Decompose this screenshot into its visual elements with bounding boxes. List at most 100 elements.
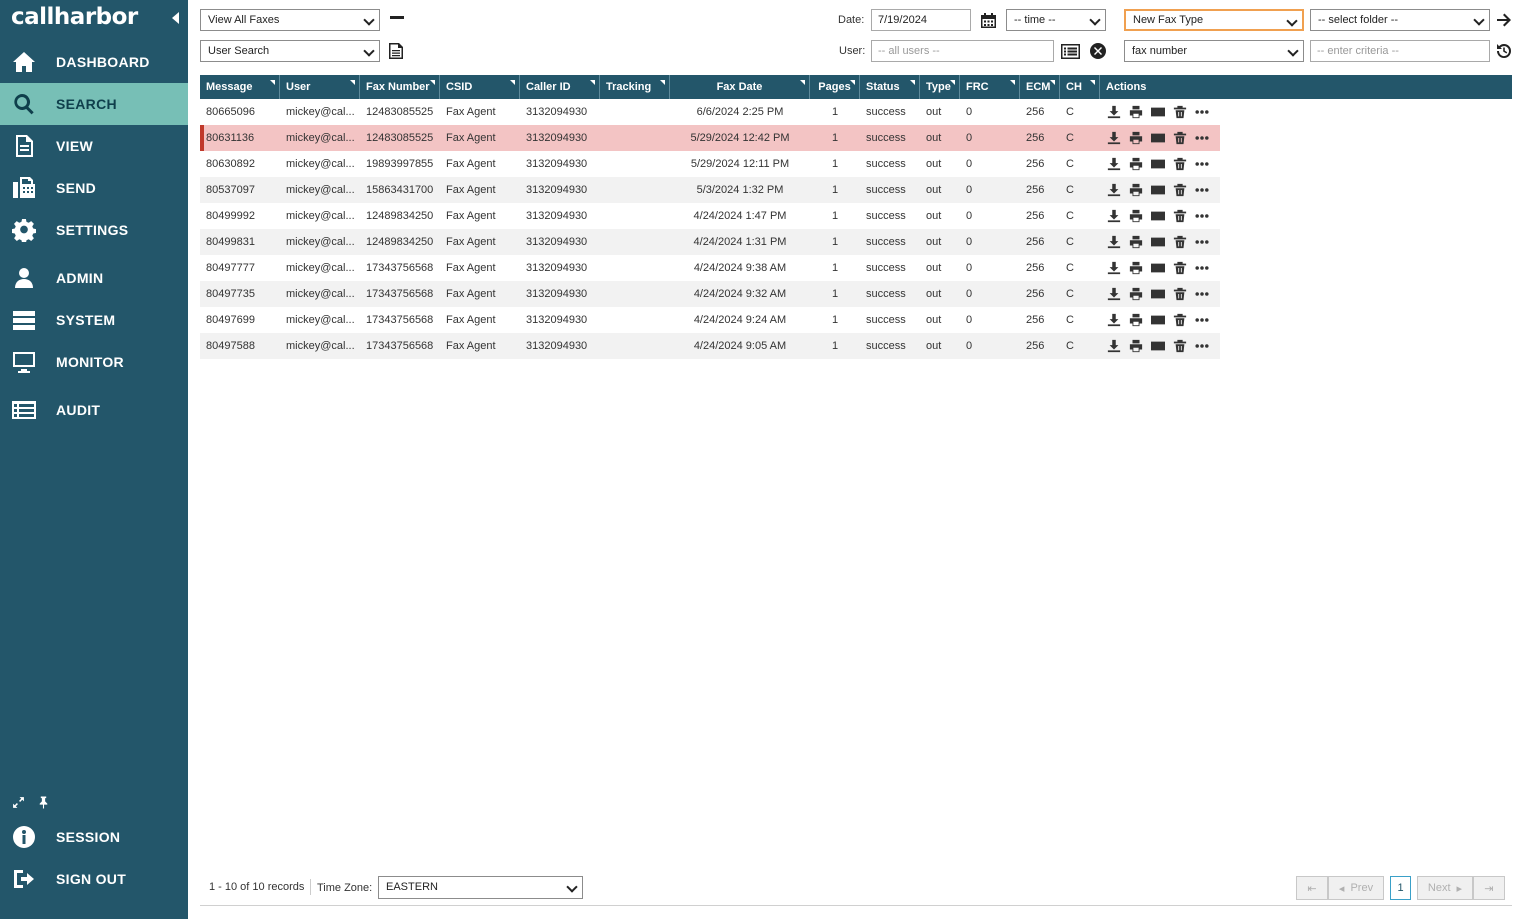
email-icon[interactable] xyxy=(1150,338,1166,354)
column-menu-icon[interactable] xyxy=(510,80,515,85)
email-icon[interactable] xyxy=(1150,234,1166,250)
more-icon[interactable] xyxy=(1194,130,1210,146)
download-icon[interactable] xyxy=(1106,286,1122,302)
more-icon[interactable] xyxy=(1194,234,1210,250)
trash-icon[interactable] xyxy=(1172,208,1188,224)
minus-icon[interactable] xyxy=(389,12,405,24)
download-icon[interactable] xyxy=(1106,338,1122,354)
column-menu-icon[interactable] xyxy=(1010,80,1015,85)
table-row[interactable]: 80497588 mickey@cal... 17343756568 Fax Agen… xyxy=(200,333,1220,359)
column-header[interactable]: Tracking xyxy=(600,75,670,99)
column-header[interactable]: Pages xyxy=(810,75,860,99)
more-icon[interactable] xyxy=(1194,312,1210,328)
email-icon[interactable] xyxy=(1150,130,1166,146)
table-row[interactable]: 80499992 mickey@cal... 12489834250 Fax Agen… xyxy=(200,203,1220,229)
date-input[interactable]: 7/19/2024 xyxy=(871,9,971,31)
last-page-button[interactable]: ⇥ xyxy=(1473,876,1505,900)
download-icon[interactable] xyxy=(1106,260,1122,276)
column-header[interactable]: User xyxy=(280,75,360,99)
calendar-icon[interactable] xyxy=(979,10,997,30)
column-menu-icon[interactable] xyxy=(270,80,275,85)
fax-type-select[interactable]: New Fax Type xyxy=(1124,9,1304,31)
reset-icon[interactable] xyxy=(1495,42,1513,60)
sidebar-item-system[interactable]: SYSTEM xyxy=(0,299,188,341)
email-icon[interactable] xyxy=(1150,104,1166,120)
column-header[interactable]: FRC xyxy=(960,75,1020,99)
more-icon[interactable] xyxy=(1194,104,1210,120)
table-row[interactable]: 80497699 mickey@cal... 17343756568 Fax Agen… xyxy=(200,307,1220,333)
download-icon[interactable] xyxy=(1106,130,1122,146)
trash-icon[interactable] xyxy=(1172,130,1188,146)
user-input[interactable]: -- all users -- xyxy=(871,40,1054,62)
table-row[interactable]: 80665096 mickey@cal... 12483085525 Fax Agen… xyxy=(200,99,1220,125)
more-icon[interactable] xyxy=(1194,260,1210,276)
print-icon[interactable] xyxy=(1128,104,1144,120)
sidebar-item-admin[interactable]: ADMIN xyxy=(0,257,188,299)
column-header[interactable]: ECM xyxy=(1020,75,1060,99)
sidebar-item-dashboard[interactable]: DASHBOARD xyxy=(0,41,188,83)
column-header[interactable]: Message xyxy=(200,75,280,99)
email-icon[interactable] xyxy=(1150,182,1166,198)
trash-icon[interactable] xyxy=(1172,338,1188,354)
trash-icon[interactable] xyxy=(1172,182,1188,198)
email-icon[interactable] xyxy=(1150,260,1166,276)
print-icon[interactable] xyxy=(1128,130,1144,146)
column-header[interactable]: Type xyxy=(920,75,960,99)
column-header[interactable]: Caller ID xyxy=(520,75,600,99)
print-icon[interactable] xyxy=(1128,156,1144,172)
column-menu-icon[interactable] xyxy=(430,80,435,85)
column-menu-icon[interactable] xyxy=(950,80,955,85)
email-icon[interactable] xyxy=(1150,208,1166,224)
download-icon[interactable] xyxy=(1106,156,1122,172)
search-field-select[interactable]: fax number xyxy=(1124,40,1304,62)
pin-icon[interactable] xyxy=(37,796,50,812)
column-header[interactable]: Status xyxy=(860,75,920,99)
user-list-icon[interactable] xyxy=(1060,42,1080,60)
table-row[interactable]: 80630892 mickey@cal... 19893997855 Fax Agen… xyxy=(200,151,1220,177)
column-menu-icon[interactable] xyxy=(1090,80,1095,85)
time-select[interactable]: -- time -- xyxy=(1006,9,1106,31)
timezone-select[interactable]: EASTERN xyxy=(378,876,583,899)
print-icon[interactable] xyxy=(1128,338,1144,354)
download-icon[interactable] xyxy=(1106,312,1122,328)
more-icon[interactable] xyxy=(1194,338,1210,354)
column-menu-icon[interactable] xyxy=(800,80,805,85)
column-header[interactable]: CSID xyxy=(440,75,520,99)
sidebar-item-search[interactable]: SEARCH xyxy=(0,83,188,125)
next-page-button[interactable]: Next ▸ xyxy=(1417,876,1473,900)
download-icon[interactable] xyxy=(1106,104,1122,120)
trash-icon[interactable] xyxy=(1172,234,1188,250)
table-row[interactable]: 80537097 mickey@cal... 15863431700 Fax Agen… xyxy=(200,177,1220,203)
column-menu-icon[interactable] xyxy=(660,80,665,85)
print-icon[interactable] xyxy=(1128,286,1144,302)
column-header[interactable]: Fax Date xyxy=(670,75,810,99)
first-page-button[interactable]: ⇤ xyxy=(1296,876,1328,900)
print-icon[interactable] xyxy=(1128,208,1144,224)
sidebar-item-send[interactable]: SEND xyxy=(0,167,188,209)
email-icon[interactable] xyxy=(1150,286,1166,302)
print-icon[interactable] xyxy=(1128,234,1144,250)
trash-icon[interactable] xyxy=(1172,260,1188,276)
column-menu-icon[interactable] xyxy=(350,80,355,85)
view-select[interactable]: View All Faxes xyxy=(200,9,380,31)
email-icon[interactable] xyxy=(1150,156,1166,172)
folder-select[interactable]: -- select folder -- xyxy=(1310,9,1490,31)
print-icon[interactable] xyxy=(1128,182,1144,198)
table-row[interactable]: 80631136 mickey@cal... 12483085525 Fax Agen… xyxy=(200,125,1220,151)
email-icon[interactable] xyxy=(1150,312,1166,328)
prev-page-button[interactable]: ◂ Prev xyxy=(1328,876,1384,900)
more-icon[interactable] xyxy=(1194,286,1210,302)
sidebar-item-session[interactable]: SESSION xyxy=(0,816,188,858)
table-row[interactable]: 80497777 mickey@cal... 17343756568 Fax Agen… xyxy=(200,255,1220,281)
expand-icon[interactable] xyxy=(12,796,25,812)
more-icon[interactable] xyxy=(1194,208,1210,224)
column-menu-icon[interactable] xyxy=(590,80,595,85)
column-header[interactable]: Actions xyxy=(1100,75,1512,99)
clear-user-icon[interactable] xyxy=(1089,42,1107,60)
table-row[interactable]: 80497735 mickey@cal... 17343756568 Fax Agen… xyxy=(200,281,1220,307)
trash-icon[interactable] xyxy=(1172,312,1188,328)
sidebar-item-audit[interactable]: AUDIT xyxy=(0,389,188,431)
download-icon[interactable] xyxy=(1106,234,1122,250)
sidebar-item-settings[interactable]: SETTINGS xyxy=(0,209,188,251)
column-header[interactable]: CH xyxy=(1060,75,1100,99)
